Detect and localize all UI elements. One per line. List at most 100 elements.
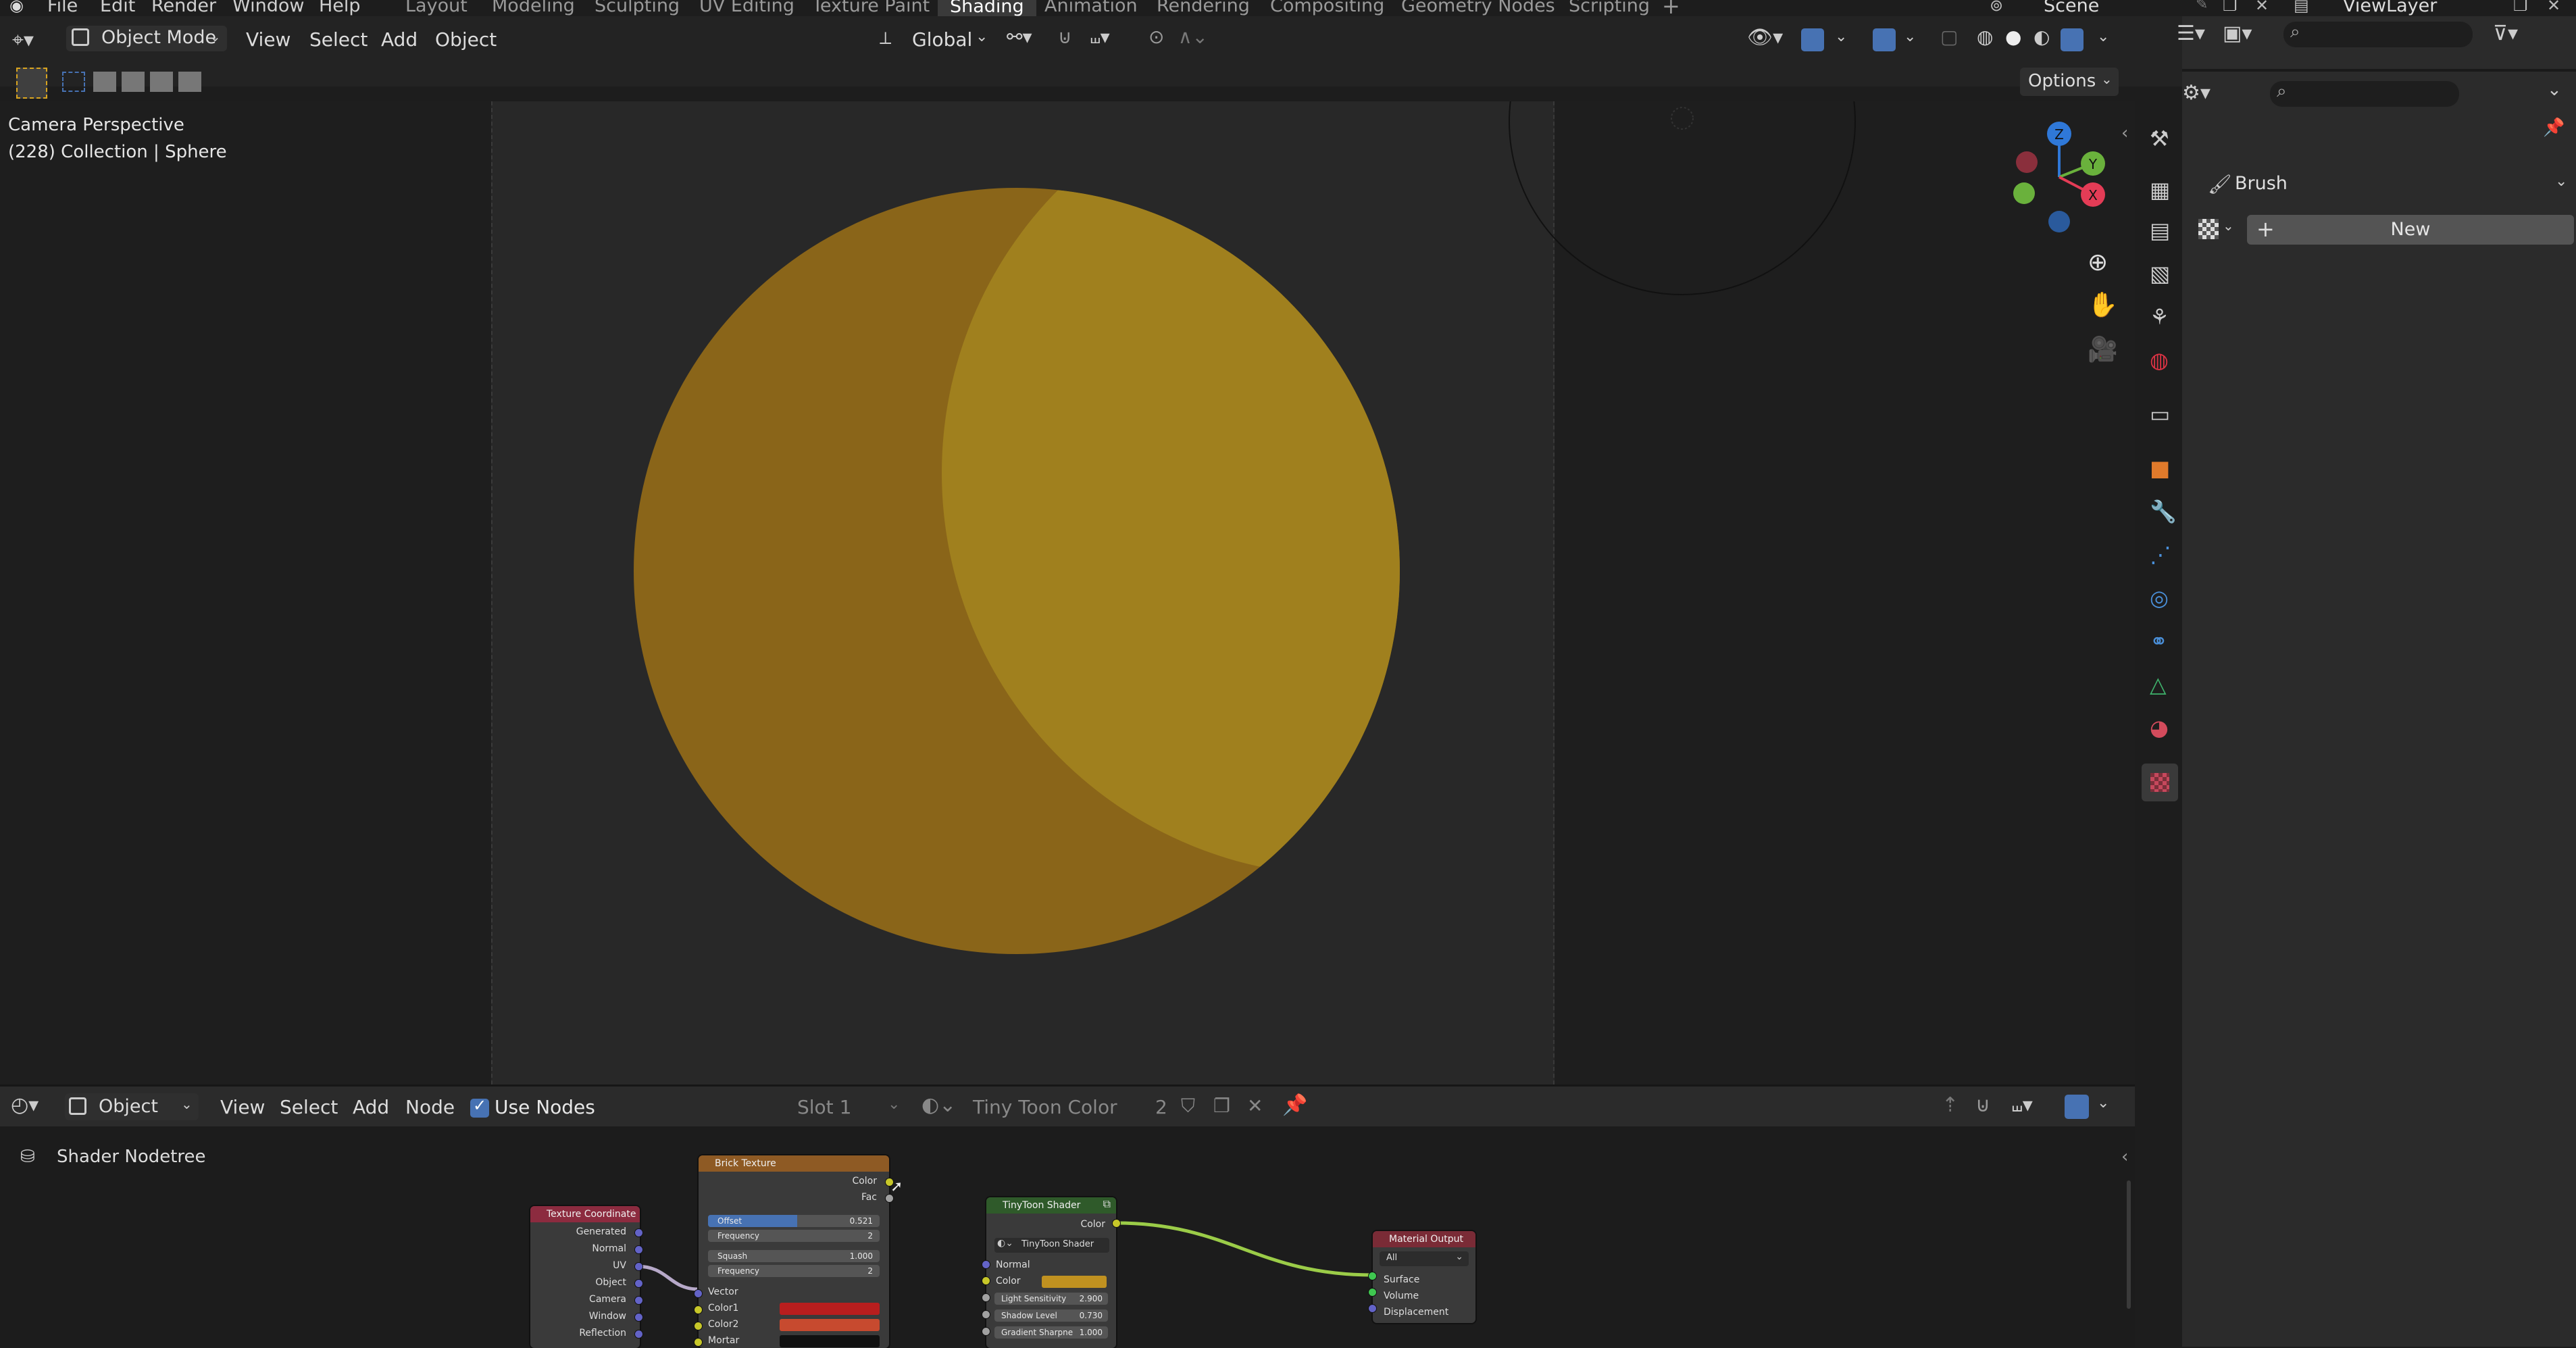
texture-browse-icon[interactable]: ⌄ (2198, 216, 2239, 243)
unlink-material-icon[interactable]: ✕ (1247, 1095, 1263, 1117)
new-scene-icon[interactable]: ❐ (2223, 0, 2238, 15)
select-tool-icon[interactable] (16, 68, 47, 99)
node-menu-view[interactable]: View (220, 1096, 265, 1118)
socket[interactable] (635, 1263, 642, 1270)
menu-file[interactable]: File (47, 0, 78, 16)
material-browse-icon[interactable]: ◐⌄ (921, 1093, 956, 1117)
menu-window[interactable]: Window (232, 0, 304, 16)
color2-swatch[interactable] (780, 1319, 880, 1331)
zoom-icon[interactable]: ⊕ (2088, 249, 2108, 276)
toon-color-swatch[interactable] (1042, 1276, 1107, 1288)
outliner-search-input[interactable]: ⌕ (2283, 22, 2473, 47)
wireframe-shading-icon[interactable]: ◍ (1977, 26, 1993, 48)
socket[interactable] (635, 1314, 642, 1321)
socket[interactable] (1369, 1289, 1376, 1296)
rendered-shading-icon[interactable] (2061, 28, 2083, 51)
select-extend-icon[interactable] (93, 72, 116, 92)
pivot-icon[interactable]: ⚯▾ (1007, 26, 1032, 48)
color1-swatch[interactable] (780, 1303, 880, 1315)
editor-type-icon[interactable]: ⌖▾ (12, 28, 34, 52)
proportional-edit-icon[interactable]: ⊙ (1148, 26, 1164, 48)
add-workspace-icon[interactable]: + (1662, 0, 1680, 16)
pin-icon[interactable]: 📌 (1282, 1093, 1307, 1117)
texture-coordinate-node[interactable]: Texture Coordinate Generated Normal UV O… (530, 1206, 640, 1348)
falloff-icon[interactable]: ∧⌄ (1178, 26, 1208, 48)
socket[interactable] (1369, 1272, 1376, 1280)
modifier-tab-icon[interactable]: 🔧 (2150, 499, 2177, 524)
sidebar-toggle-icon[interactable]: ‹ (2121, 123, 2128, 143)
new-texture-button[interactable]: + New (2247, 215, 2574, 245)
socket[interactable] (982, 1277, 990, 1284)
menu-select[interactable]: Select (309, 28, 368, 51)
node-overlays-icon[interactable] (2065, 1095, 2089, 1119)
transform-orientation-dropdown[interactable]: Global (912, 28, 972, 51)
fake-user-icon[interactable]: ⛉ (1181, 1095, 1195, 1118)
brick-texture-node[interactable]: Brick Texture Color Fac Offset 0.521 Fre… (699, 1155, 889, 1348)
camera-view-icon[interactable]: 🎥 (2088, 335, 2118, 364)
editor-type-icon[interactable]: ◴▾ (11, 1093, 39, 1117)
object-tab-icon[interactable]: ■ (2150, 455, 2170, 481)
new-view-layer-icon[interactable]: ❐ (2513, 0, 2528, 15)
shadow-level-field[interactable]: Shadow Level 0.730 (994, 1309, 1108, 1322)
menu-render[interactable]: Render (151, 0, 216, 16)
blender-logo-icon[interactable]: ◉ (9, 0, 24, 15)
collection-tab-icon[interactable]: ▭ (2150, 401, 2170, 427)
tab-scripting[interactable]: Scripting (1569, 0, 1650, 16)
tab-shading[interactable]: Shading (938, 0, 1036, 16)
material-tab-icon[interactable]: ◕ (2150, 715, 2169, 741)
chevron-down-icon[interactable]: ⌄ (888, 1096, 900, 1113)
pan-hand-icon[interactable]: ✋ (2088, 291, 2118, 319)
material-users-count[interactable]: 2 (1155, 1096, 1167, 1118)
snap-icon[interactable]: ⊍ (1058, 26, 1072, 48)
chevron-down-icon[interactable]: ⌄ (976, 28, 988, 45)
chevron-down-icon[interactable]: ⌄ (2097, 1095, 2109, 1112)
socket[interactable] (886, 1195, 893, 1202)
pin-icon[interactable]: 📌 (2543, 118, 2565, 138)
select-subtract-icon[interactable] (122, 72, 145, 92)
socket[interactable] (982, 1328, 990, 1335)
duplicate-material-icon[interactable]: ❐ (1213, 1095, 1230, 1117)
view-layer-tab-icon[interactable]: ▧ (2150, 261, 2170, 286)
socket[interactable] (694, 1322, 702, 1330)
parent-node-tree-icon[interactable]: ⇡ (1942, 1093, 1959, 1117)
xray-icon[interactable]: ▢ (1940, 26, 1958, 48)
menu-help[interactable]: Help (319, 0, 361, 16)
delete-view-layer-icon[interactable]: ✕ (2547, 0, 2560, 15)
tab-texture-paint[interactable]: Texture Paint (812, 0, 930, 16)
solid-shading-icon[interactable]: ● (2005, 26, 2021, 48)
menu-view[interactable]: View (246, 28, 291, 51)
filter-icon[interactable]: ⊽▾ (2493, 22, 2518, 45)
menu-add[interactable]: Add (381, 28, 418, 51)
squash-frequency-field[interactable]: Frequency 2 (708, 1265, 880, 1277)
tab-layout[interactable]: Layout (405, 0, 468, 16)
socket[interactable] (982, 1311, 990, 1318)
texture-tab[interactable] (2142, 764, 2178, 801)
tab-animation[interactable]: Animation (1044, 0, 1138, 16)
editor-type-icon[interactable]: ☰▾ (2177, 22, 2205, 45)
socket[interactable] (694, 1290, 702, 1297)
tab-sculpting[interactable]: Sculpting (595, 0, 680, 16)
data-tab-icon[interactable]: △ (2150, 672, 2167, 697)
properties-search-input[interactable]: ⌕ (2270, 81, 2459, 107)
material-output-node[interactable]: Material Output All ⌄ Surface Volume Dis… (1373, 1231, 1475, 1323)
socket[interactable] (694, 1306, 702, 1314)
delete-scene-icon[interactable]: ✕ (2255, 0, 2269, 15)
gizmo-toggle-icon[interactable] (1801, 28, 1824, 51)
constraints-tab-icon[interactable]: ⚭ (2150, 628, 2168, 654)
squash-field[interactable]: Squash 1.000 (708, 1250, 880, 1262)
material-shading-icon[interactable]: ◐ (2034, 26, 2050, 48)
select-new-icon[interactable] (62, 72, 85, 92)
world-tab-icon[interactable]: ◍ (2150, 347, 2169, 373)
tab-geometry-nodes[interactable]: Geometry Nodes (1401, 0, 1555, 16)
select-intersect-icon[interactable] (178, 72, 201, 92)
mortar-swatch[interactable] (780, 1335, 880, 1347)
snap-target-icon[interactable]: ⧢▾ (1090, 26, 1110, 49)
socket[interactable] (635, 1229, 642, 1237)
chevron-down-icon[interactable]: ⌄ (2097, 28, 2109, 45)
tool-tab-icon[interactable]: ⚒ (2150, 126, 2169, 151)
tab-modeling[interactable]: Modeling (492, 0, 575, 16)
light-sensitivity-field[interactable]: Light Sensitivity 2.900 (994, 1293, 1108, 1305)
socket[interactable] (982, 1261, 990, 1268)
gradient-sharpness-field[interactable]: Gradient Sharpne 1.000 (994, 1326, 1108, 1339)
scene-name[interactable]: Scene (2044, 0, 2099, 16)
